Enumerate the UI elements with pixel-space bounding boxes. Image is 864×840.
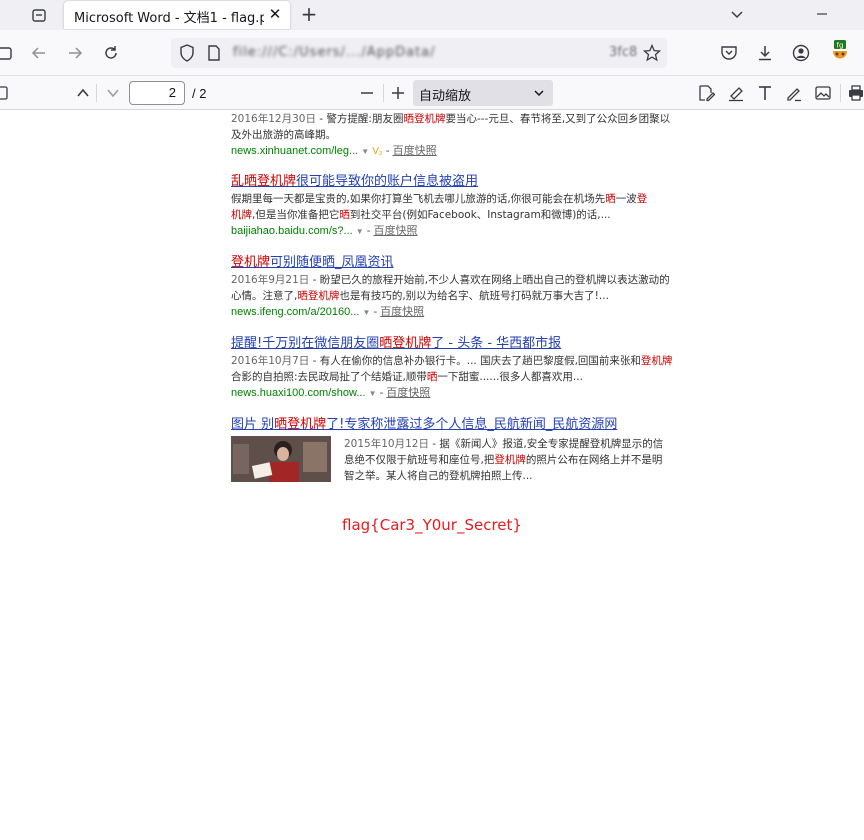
sidebar-toggle-icon[interactable] bbox=[0, 82, 12, 104]
chevron-down-icon[interactable] bbox=[729, 6, 749, 24]
minimize-icon[interactable] bbox=[812, 4, 836, 24]
next-page-icon[interactable] bbox=[102, 82, 124, 104]
result-title-link[interactable]: 图片 别晒登机牌了!专家称泄露过多个人信息_民航新闻_民航资源网 bbox=[231, 416, 763, 434]
search-result: 登机牌可别随便晒_凤凰资讯 2016年9月21日 - 盼望已久的旅程开始前,不少… bbox=[231, 254, 763, 321]
active-tab[interactable]: Microsoft Word - 文档1 - flag.pdf ✕ bbox=[64, 1, 290, 29]
result-url: baijiahao.baidu.com/s?... ▼ - 百度快照 bbox=[231, 225, 418, 237]
result-snippet: 机牌,但是当你准备把它晒到社交平台(例如Facebook、Instagram和微… bbox=[231, 209, 611, 221]
snapshot-link[interactable]: 百度快照 bbox=[386, 387, 430, 399]
result-title-link[interactable]: 提醒!千万别在微信朋友圈晒登机牌了 - 头条 - 华西都市报 bbox=[231, 335, 763, 353]
page-number-input[interactable]: 2 bbox=[129, 81, 185, 105]
highlight-icon[interactable] bbox=[725, 82, 747, 104]
pdf-page: 2016年12月30日 - 警方提醒:朋友圈晒登机牌要当心---元旦、春节将至,… bbox=[0, 110, 864, 840]
forward-icon[interactable] bbox=[64, 42, 86, 64]
result-snippet: 息绝不仅限于航班号和座位号,把登机牌的照片公布在网络上并不是明 bbox=[344, 454, 663, 466]
zoom-value: 自动缩放 bbox=[419, 89, 472, 104]
search-result: 2016年12月30日 - 警方提醒:朋友圈晒登机牌要当心---元旦、春节将至,… bbox=[231, 111, 763, 160]
edit-pdf-icon[interactable] bbox=[695, 82, 717, 104]
toolbar-separator bbox=[96, 84, 97, 102]
tab-list-icon[interactable] bbox=[28, 5, 50, 25]
result-snippet: 2016年9月21日 - 盼望已久的旅程开始前,不少人喜欢在网络上晒出自己的登机… bbox=[231, 274, 670, 286]
result-snippet: 合影的自拍照:去民政局扯了个结婚证,顺带晒一下甜蜜......很多人都喜欢用..… bbox=[231, 371, 583, 383]
bookmark-star-icon[interactable] bbox=[642, 43, 662, 66]
result-snippet: 及外出旅游的高峰期。 bbox=[231, 129, 336, 141]
pdf-toolbar: 2 / 2 自动缩放 bbox=[0, 76, 864, 110]
result-url: news.ifeng.com/a/20160... ▼ - 百度快照 bbox=[231, 306, 425, 318]
image-icon[interactable] bbox=[812, 82, 834, 104]
snapshot-link[interactable]: 百度快照 bbox=[380, 306, 424, 318]
previous-page-icon[interactable] bbox=[72, 82, 94, 104]
snapshot-link[interactable]: 百度快照 bbox=[373, 225, 417, 237]
page-count: / 2 bbox=[192, 86, 207, 101]
new-tab-button[interactable]: + bbox=[298, 3, 320, 25]
search-result: 图片 别晒登机牌了!专家称泄露过多个人信息_民航新闻_民航资源网 2015年10… bbox=[231, 416, 763, 482]
tab-close-icon[interactable]: ✕ bbox=[266, 5, 284, 23]
embedded-search-results: 2016年12月30日 - 警方提醒:朋友圈晒登机牌要当心---元旦、春节将至,… bbox=[231, 110, 763, 485]
url-bar[interactable]: file:///C:/Users/.../AppData/ 3fc8 bbox=[171, 38, 667, 68]
tab-strip: Microsoft Word - 文档1 - flag.pdf ✕ + bbox=[0, 0, 864, 30]
result-title-link[interactable]: 登机牌可别随便晒_凤凰资讯 bbox=[231, 254, 763, 272]
toolbar-separator bbox=[840, 84, 841, 102]
tab-title: Microsoft Word - 文档1 - flag.pdf bbox=[74, 11, 264, 26]
zoom-out-icon[interactable] bbox=[356, 82, 378, 104]
result-url: news.xinhuanet.com/leg... ▼ V₂ - 百度快照 bbox=[231, 145, 437, 157]
sidebar-icon[interactable] bbox=[0, 42, 16, 64]
toolbar-separator bbox=[383, 84, 384, 102]
zoom-in-icon[interactable] bbox=[387, 82, 409, 104]
result-snippet: 假期里每一天都是宝贵的,如果你打算坐飞机去哪儿旅游的话,你很可能会在机场先晒一波… bbox=[231, 193, 648, 205]
search-result: 乱晒登机牌很可能导致你的账户信息被盗用 假期里每一天都是宝贵的,如果你打算坐飞机… bbox=[231, 173, 763, 240]
nav-toolbar: file:///C:/Users/.../AppData/ 3fc8 fg bbox=[0, 30, 864, 76]
flag-text: flag{Car3_Y0ur_Secret} bbox=[342, 516, 522, 534]
url-text-end: 3fc8 bbox=[609, 45, 638, 60]
extension-icon[interactable]: fg bbox=[829, 40, 851, 62]
svg-text:fg: fg bbox=[837, 42, 844, 50]
draw-icon[interactable] bbox=[783, 82, 805, 104]
result-snippet: 2015年10月12日 - 据《新闻人》报道,安全专家提醒登机牌显示的信 bbox=[344, 438, 664, 450]
snapshot-link[interactable]: 百度快照 bbox=[393, 145, 437, 157]
result-snippet: 2016年12月30日 - 警方提醒:朋友圈晒登机牌要当心---元旦、春节将至,… bbox=[231, 113, 671, 125]
shield-icon[interactable] bbox=[179, 44, 195, 66]
pocket-icon[interactable] bbox=[718, 42, 740, 64]
print-icon[interactable] bbox=[845, 82, 864, 104]
download-icon[interactable] bbox=[754, 42, 776, 64]
result-snippet: 智之举。某人将自己的登机牌拍照上传... bbox=[344, 470, 533, 482]
reload-icon[interactable] bbox=[100, 42, 122, 64]
result-snippet-block: 2015年10月12日 - 据《新闻人》报道,安全专家提醒登机牌显示的信 息绝不… bbox=[344, 436, 663, 484]
chevron-down-icon bbox=[533, 85, 545, 104]
result-snippet: 心情。注意了,晒登机牌也是有技巧的,别以为给名字、航班号打码就万事大吉了!... bbox=[231, 290, 609, 302]
url-text[interactable]: file:///C:/Users/.../AppData/ bbox=[233, 45, 633, 60]
zoom-select[interactable]: 自动缩放 bbox=[413, 80, 553, 106]
search-result: 提醒!千万别在微信朋友圈晒登机牌了 - 头条 - 华西都市报 2016年10月7… bbox=[231, 335, 763, 402]
text-tool-icon[interactable] bbox=[754, 82, 776, 104]
result-snippet: 2016年10月7日 - 有人在偷你的信息补办银行卡。... 国庆去了趟巴黎度假… bbox=[231, 355, 673, 367]
result-title-link[interactable]: 乱晒登机牌很可能导致你的账户信息被盗用 bbox=[231, 173, 763, 191]
account-icon[interactable] bbox=[790, 42, 812, 64]
result-thumbnail-image[interactable] bbox=[231, 436, 331, 482]
page-icon bbox=[207, 45, 221, 65]
result-url: news.huaxi100.com/show... ▼ - 百度快照 bbox=[231, 387, 431, 399]
back-icon[interactable] bbox=[28, 42, 50, 64]
